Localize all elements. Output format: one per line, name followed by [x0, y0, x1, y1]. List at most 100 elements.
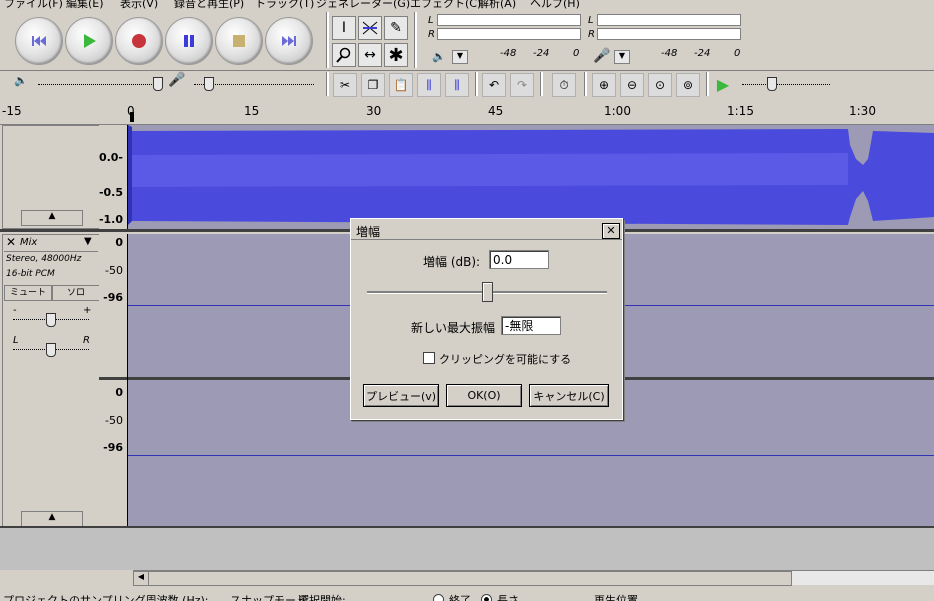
- record-volume-thumb[interactable]: [204, 77, 214, 91]
- track2-header[interactable]: ✕ Mix ▼: [4, 235, 98, 252]
- solo-button[interactable]: ソロ: [52, 285, 100, 301]
- track1-info-panel[interactable]: ▲: [2, 125, 100, 229]
- skip-start-button[interactable]: [15, 17, 63, 65]
- skip-end-button[interactable]: [265, 17, 313, 65]
- track1-collapse-button[interactable]: ▲: [21, 210, 83, 226]
- playback-volume-thumb[interactable]: [153, 77, 163, 91]
- peak-input[interactable]: -無限: [501, 316, 561, 335]
- track1-waveform[interactable]: [128, 125, 934, 229]
- record-button[interactable]: [115, 17, 163, 65]
- timeshift-tool-button[interactable]: ↔: [358, 43, 382, 67]
- scissors-icon: ✂: [339, 78, 351, 92]
- toolbar-separator: [414, 12, 417, 68]
- gain-minus-label: -: [13, 305, 17, 316]
- play-speed-slider[interactable]: [742, 84, 830, 85]
- ruler-label: 1:15: [727, 104, 754, 118]
- record-meter-dropdown[interactable]: ▼: [614, 50, 630, 64]
- dialog-titlebar[interactable]: 増幅 ✕: [353, 221, 620, 239]
- paste-button[interactable]: 📋: [389, 73, 413, 97]
- speaker-icon: 🔈: [14, 74, 28, 87]
- menu-view[interactable]: 表示(V): [120, 0, 158, 10]
- pause-button[interactable]: [165, 17, 213, 65]
- project-rate-label: プロジェクトのサンプリング周波数 (Hz):: [3, 594, 209, 601]
- menu-edit[interactable]: 編集(E): [66, 0, 104, 10]
- length-radio[interactable]: [481, 594, 492, 601]
- menu-effect[interactable]: エフェクト(C): [410, 0, 481, 10]
- horizontal-scrollbar[interactable]: ◀: [133, 570, 934, 586]
- dialog-close-button[interactable]: ✕: [602, 223, 620, 239]
- scrollbar-thumb[interactable]: [148, 571, 792, 586]
- draw-tool-button[interactable]: ✎: [384, 16, 408, 40]
- close-icon[interactable]: ✕: [6, 235, 16, 249]
- waveform-graphic: [128, 125, 934, 225]
- scale-label: 0.0-: [98, 151, 123, 164]
- menu-file[interactable]: ファイル(F): [4, 0, 63, 10]
- trim-icon: ⫼: [426, 77, 432, 92]
- trim-button[interactable]: ⫼: [417, 73, 441, 97]
- double-arrow-icon: ↔: [364, 47, 376, 63]
- fit-selection-button[interactable]: ⊙: [648, 73, 672, 97]
- track2-info-panel[interactable]: ✕ Mix ▼ Stereo, 48000Hz 16-bit PCM ミュート …: [2, 234, 100, 528]
- toolbar-area: I ✎ ↔ ✱ L R 🔈 ▼ -48 -24 0 L R 🎤 ▼ -48 -2…: [0, 10, 934, 98]
- playhead-marker: [130, 112, 134, 122]
- select-tool-button[interactable]: I: [332, 16, 356, 40]
- redo-button[interactable]: ↷: [510, 73, 534, 97]
- menu-generate[interactable]: ジェネレーター(G): [316, 0, 410, 10]
- pan-slider-thumb[interactable]: [46, 343, 56, 357]
- clipping-checkbox[interactable]: [423, 352, 435, 364]
- stop-button[interactable]: [215, 17, 263, 65]
- gain-input[interactable]: 0.0: [489, 250, 549, 269]
- undo-icon: ↶: [488, 78, 500, 92]
- playback-meter-left: [437, 14, 581, 26]
- skip-end-icon: [282, 36, 296, 46]
- scale-label: -96: [103, 291, 123, 304]
- amplify-slider-thumb[interactable]: [482, 282, 493, 302]
- scroll-left-button[interactable]: ◀: [133, 571, 149, 586]
- record-icon: [132, 34, 146, 48]
- zoom-tool-button[interactable]: [332, 43, 356, 67]
- zoom-out-button[interactable]: ⊖: [620, 73, 644, 97]
- preview-button[interactable]: プレビュー(v): [363, 384, 439, 407]
- playback-meter-right: [437, 28, 581, 40]
- end-radio[interactable]: [433, 594, 444, 601]
- track2-format-rate: Stereo, 48000Hz: [6, 254, 82, 264]
- playback-meter-dropdown[interactable]: ▼: [452, 50, 468, 64]
- fit-project-button[interactable]: ⊚: [676, 73, 700, 97]
- end-label: 終了: [449, 594, 471, 601]
- record-meter-left: [597, 14, 741, 26]
- zoom-in-icon: ⊕: [598, 78, 610, 92]
- menu-help[interactable]: ヘルプ(H): [530, 0, 580, 10]
- menu-transport[interactable]: 録音と再生(P): [174, 0, 244, 10]
- menu-analyze[interactable]: 解析(A): [478, 0, 516, 10]
- scale-label: -50: [105, 414, 123, 427]
- microphone-icon: 🎤: [168, 72, 186, 88]
- play-at-speed-button[interactable]: ▶: [712, 73, 734, 95]
- mute-button[interactable]: ミュート: [4, 285, 52, 301]
- multi-tool-button[interactable]: ✱: [384, 43, 408, 67]
- gain-slider-thumb[interactable]: [46, 313, 56, 327]
- copy-button[interactable]: ❐: [361, 73, 385, 97]
- track2-collapse-button[interactable]: ▲: [21, 511, 83, 527]
- cut-button[interactable]: ✂: [333, 73, 357, 97]
- play-speed-thumb[interactable]: [767, 77, 777, 91]
- toolbar-separator: [326, 12, 329, 68]
- sync-lock-button[interactable]: ⏱: [552, 73, 576, 97]
- cancel-button[interactable]: キャンセル(C): [529, 384, 609, 407]
- envelope-tool-button[interactable]: [358, 16, 382, 40]
- play-button[interactable]: [65, 17, 113, 65]
- ok-button[interactable]: OK(O): [446, 384, 522, 407]
- silence-button[interactable]: ⫼: [445, 73, 469, 97]
- zoom-in-button[interactable]: ⊕: [592, 73, 616, 97]
- pencil-icon: ✎: [390, 20, 402, 36]
- close-icon: ✕: [606, 224, 616, 237]
- meter-scale-label: -24: [533, 48, 550, 59]
- undo-button[interactable]: ↶: [482, 73, 506, 97]
- playback-volume-slider[interactable]: [38, 84, 158, 85]
- pan-left-label: L: [13, 335, 19, 346]
- timeline-ruler[interactable]: [0, 98, 934, 125]
- menu-tracks[interactable]: トラック(T): [255, 0, 314, 10]
- scale-label: -1.0: [98, 213, 123, 226]
- chevron-down-icon[interactable]: ▼: [84, 236, 92, 247]
- meter-scale-label: 0: [573, 48, 580, 59]
- play-position-label: 再生位置: [594, 594, 638, 601]
